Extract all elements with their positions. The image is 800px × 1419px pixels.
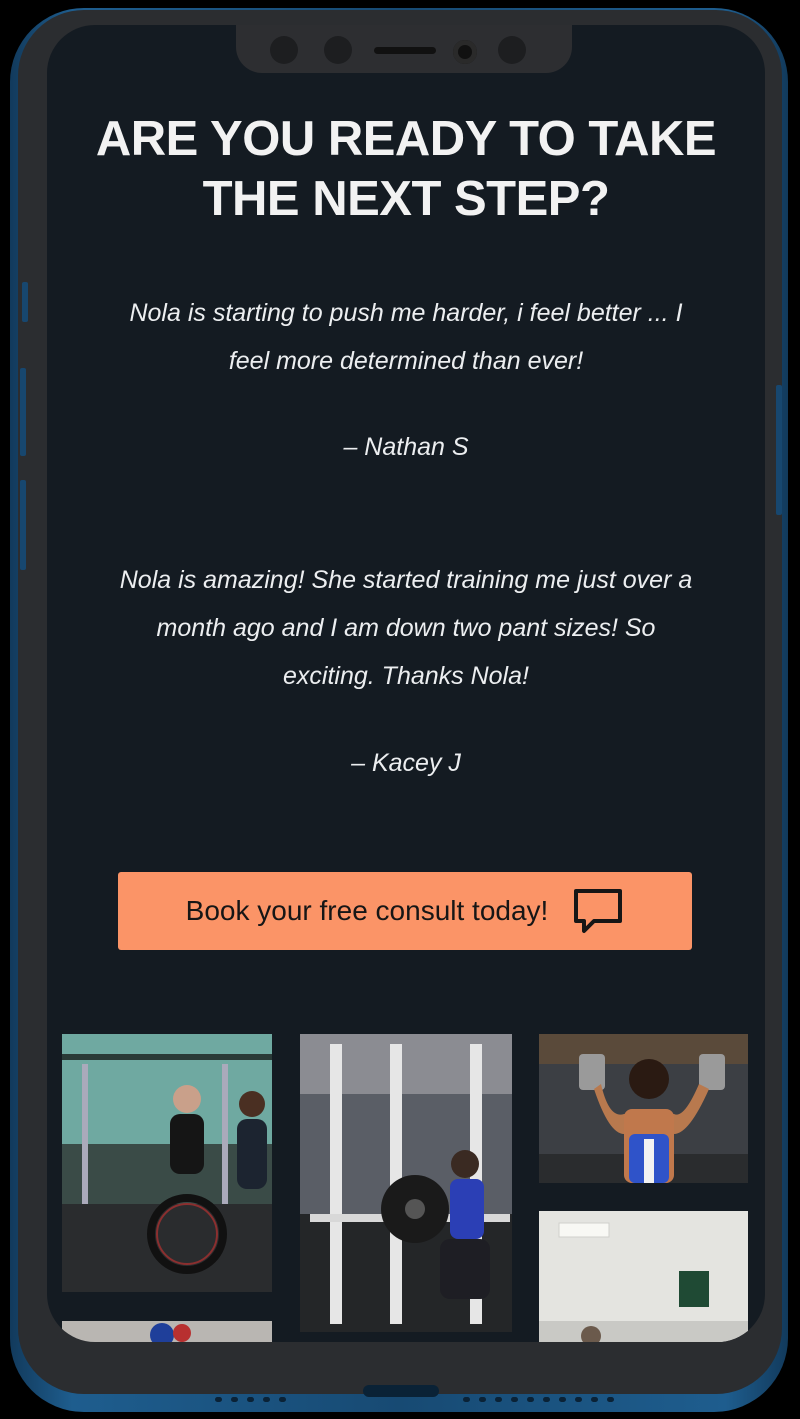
phone-screen: ARE YOU READY TO TAKE THE NEXT STEP? Nol… — [47, 25, 765, 1342]
speaker-grille — [463, 1389, 623, 1402]
book-consult-label: Book your free consult today! — [185, 895, 549, 926]
sensor-dot — [270, 36, 298, 64]
mute-switch — [22, 282, 28, 322]
phone-mockup: ARE YOU READY TO TAKE THE NEXT STEP? Nol… — [0, 0, 800, 1419]
phone-notch — [236, 25, 572, 73]
shoulder-press-photo[interactable] — [539, 1034, 748, 1183]
testimonial-quote: Nola is starting to push me harder, i fe… — [57, 289, 755, 385]
volume-down-button — [20, 480, 26, 570]
charging-port — [363, 1385, 439, 1397]
speaker-grille — [215, 1389, 295, 1402]
title-line-1: ARE YOU READY TO TAKE — [95, 112, 717, 166]
testimonial-quote: Nola is amazing! She started training me… — [57, 556, 755, 700]
quote-line: Nola is starting to push me harder, i fe… — [129, 299, 683, 327]
earpiece-speaker — [374, 47, 436, 54]
squat-rack-photo[interactable] — [300, 1034, 512, 1332]
power-button — [776, 385, 782, 515]
volume-up-button — [20, 368, 26, 456]
quote-line: feel more determined than ever! — [228, 347, 584, 375]
quote-line: exciting. Thanks Nola! — [283, 662, 529, 690]
title-line-2: THE NEXT STEP? — [202, 172, 610, 226]
book-consult-button[interactable]: Book your free consult today! — [118, 872, 692, 950]
front-camera-icon — [453, 40, 477, 64]
chat-bubble-icon — [572, 887, 624, 935]
gym-ceiling-photo[interactable] — [539, 1211, 748, 1342]
wheelchair-training-photo[interactable] — [62, 1034, 272, 1292]
boxing-photo[interactable] — [62, 1321, 272, 1342]
quote-line: Nola is amazing! She started training me… — [119, 566, 693, 594]
testimonial-author: – Kacey J — [351, 749, 461, 777]
sensor-dot — [498, 36, 526, 64]
page-title: ARE YOU READY TO TAKE THE NEXT STEP? — [47, 109, 765, 229]
testimonial-author: – Nathan S — [343, 433, 469, 461]
sensor-dot — [324, 36, 352, 64]
quote-line: month ago and I am down two pant sizes! … — [156, 614, 656, 642]
